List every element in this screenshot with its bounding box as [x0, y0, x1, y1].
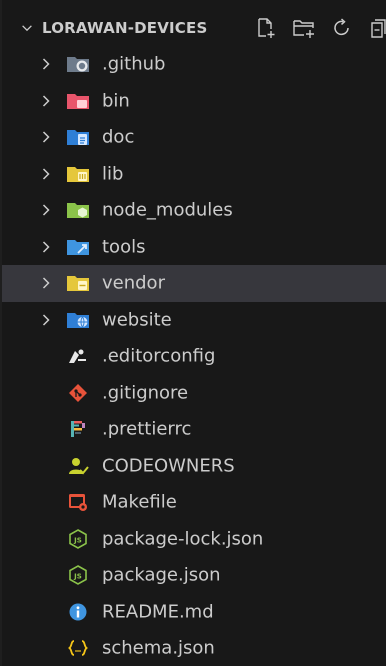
- svg-text:JS: JS: [73, 536, 82, 544]
- chevron-right-icon: [42, 314, 50, 326]
- tree-folder-node-modules[interactable]: node_modules: [2, 192, 386, 229]
- tree-item-label: bin: [102, 90, 130, 112]
- chevron-right-icon: [42, 241, 50, 253]
- chevron-right-icon: [42, 168, 50, 180]
- tree-item-label: .editorconfig: [102, 345, 216, 367]
- chevron-right-icon: [42, 204, 50, 216]
- tree-item-label: vendor: [102, 272, 165, 294]
- tree-item-label: node_modules: [102, 199, 233, 221]
- editorconfig-icon: [69, 349, 86, 364]
- chevron-right-icon: [42, 277, 50, 289]
- chevron-right-icon: [42, 95, 50, 107]
- tree-item-label: .prettierrc: [102, 418, 192, 440]
- nodejs-icon: JS: [69, 528, 87, 549]
- github-folder-icon: [67, 57, 89, 73]
- tree-folder-website[interactable]: website: [2, 302, 386, 339]
- json-icon: [68, 640, 88, 657]
- tree-item-label: tools: [102, 236, 146, 258]
- tree-file-package-json[interactable]: JS package.json: [2, 557, 386, 594]
- tree-folder-lib[interactable]: lib: [2, 156, 386, 193]
- refresh-icon[interactable]: [328, 14, 356, 42]
- website-folder-icon: [67, 312, 89, 328]
- tree-file-prettierrc[interactable]: .prettierrc: [2, 411, 386, 448]
- tree-file-readme-md[interactable]: README.md: [2, 594, 386, 631]
- lib-folder-icon: [67, 166, 89, 182]
- explorer-section-title: LORAWAN-DEVICES: [42, 19, 208, 37]
- makefile-icon: [69, 494, 87, 512]
- tree-folder-doc[interactable]: doc: [2, 119, 386, 156]
- new-file-icon[interactable]: [252, 14, 280, 42]
- tree-item-label: CODEOWNERS: [102, 455, 235, 477]
- chevron-down-icon: [22, 25, 32, 32]
- codeowners-icon: [69, 457, 89, 475]
- tree-folder-github[interactable]: .github: [2, 46, 386, 83]
- node-modules-folder-icon: [67, 203, 89, 219]
- bin-folder-icon: [67, 93, 89, 109]
- tree-item-label: package-lock.json: [102, 528, 264, 550]
- tree-item-label: .github: [102, 53, 166, 75]
- tree-item-label: .gitignore: [102, 382, 189, 404]
- tree-file-package-lock-json[interactable]: JS package-lock.json: [2, 521, 386, 558]
- git-icon: [69, 383, 87, 402]
- svg-text:JS: JS: [73, 573, 82, 581]
- vendor-folder-icon: [67, 276, 89, 292]
- tree-file-schema-json[interactable]: schema.json: [2, 630, 386, 666]
- tree-file-gitignore[interactable]: .gitignore: [2, 375, 386, 412]
- file-tree: .github bin doc lib node_modules tools v…: [2, 46, 386, 666]
- prettier-icon: [71, 421, 85, 438]
- tree-folder-vendor[interactable]: vendor: [2, 265, 386, 302]
- tree-item-label: package.json: [102, 564, 221, 586]
- tree-item-label: schema.json: [102, 637, 215, 659]
- tree-file-makefile[interactable]: Makefile: [2, 484, 386, 521]
- collapse-all-icon[interactable]: [366, 14, 386, 42]
- tools-folder-icon: [67, 239, 89, 255]
- tree-file-editorconfig[interactable]: .editorconfig: [2, 338, 386, 375]
- info-icon: [69, 603, 87, 621]
- tree-folder-tools[interactable]: tools: [2, 229, 386, 266]
- tree-folder-bin[interactable]: bin: [2, 83, 386, 120]
- doc-folder-icon: [67, 130, 89, 146]
- nodejs-icon: JS: [69, 565, 87, 586]
- tree-item-label: lib: [102, 163, 124, 185]
- tree-item-label: doc: [102, 126, 135, 148]
- tree-item-label: website: [102, 309, 172, 331]
- chevron-right-icon: [42, 131, 50, 143]
- tree-item-label: Makefile: [102, 491, 177, 513]
- explorer-actions: [252, 14, 386, 42]
- tree-item-label: README.md: [102, 601, 214, 623]
- tree-file-codeowners[interactable]: CODEOWNERS: [2, 448, 386, 485]
- new-folder-icon[interactable]: [290, 14, 318, 42]
- explorer-panel: LORAWAN-DEVICES .github bin doc lib node…: [0, 0, 386, 666]
- chevron-right-icon: [42, 58, 50, 70]
